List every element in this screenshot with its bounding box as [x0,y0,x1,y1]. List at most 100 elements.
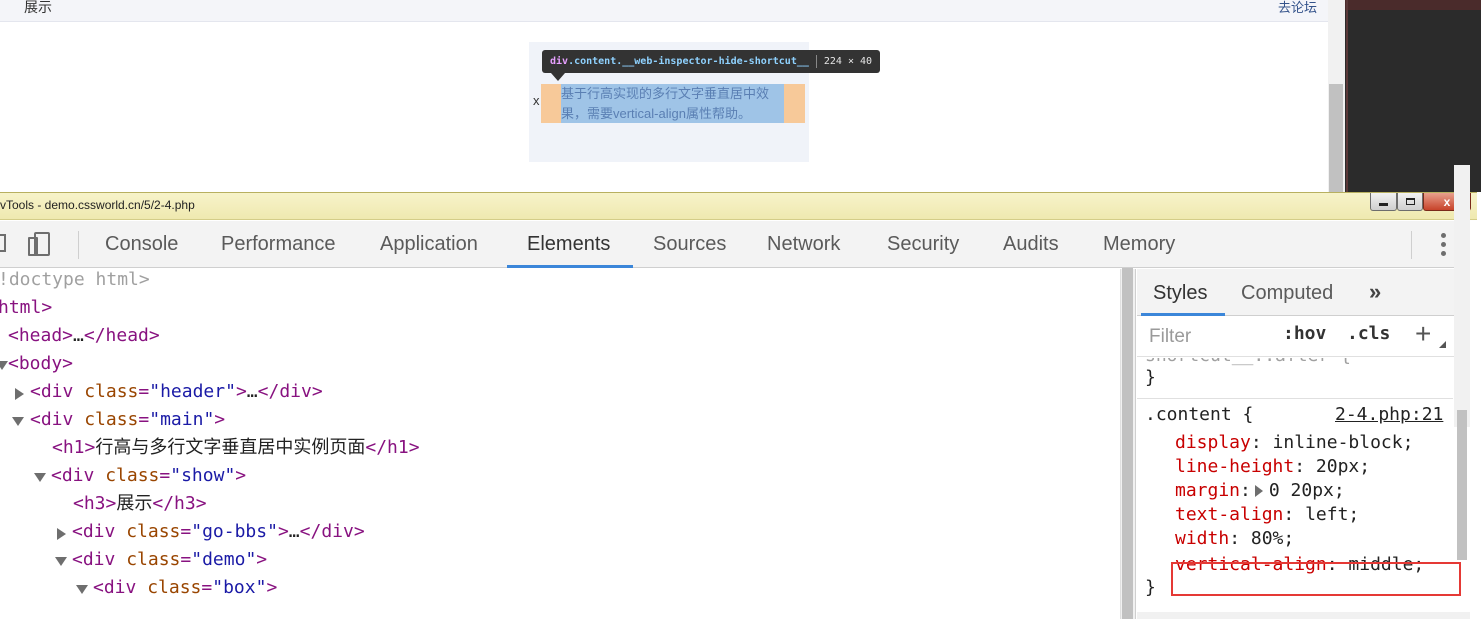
attr-name: class [84,381,139,402]
h1-close: </h1> [365,437,420,458]
maximize-button[interactable] [1397,193,1423,211]
attr-name: class [105,465,160,486]
tab-sources[interactable]: Sources [653,221,726,268]
new-rule-menu-icon[interactable] [1439,341,1446,348]
styles-toolbar: :hov .cls + [1137,317,1470,357]
styles-scrollbar[interactable] [1454,165,1470,427]
declaration-display[interactable]: display: inline-block; [1175,431,1413,455]
quote: " [203,409,215,430]
tree-node-html[interactable]: html> [0,294,52,322]
header-expand-icon[interactable] [15,388,24,400]
tab-console[interactable]: Console [105,221,178,268]
tab-memory[interactable]: Memory [1103,221,1175,268]
tree-node-show[interactable]: <div class="show"> [51,462,246,490]
tooltip-size: 224 × 40 [823,56,873,67]
rule-closing-brace: } [1145,577,1156,598]
tree-node-main[interactable]: <div class="main"> [30,406,225,434]
prop-value: 0 20px; [1268,480,1345,501]
active-sidebar-tab-indicator [1141,313,1225,316]
main-class-value: main [160,409,204,430]
annotation-highlight-box [1171,562,1461,596]
declaration-text-align[interactable]: text-align: left; [1175,503,1359,527]
prop-value: left; [1305,504,1360,525]
page-section-header [0,0,1328,22]
hover-state-button[interactable]: :hov [1283,323,1326,344]
ellipsis: … [246,381,258,402]
ellipsis: … [288,521,300,542]
tree-node-doctype[interactable]: !doctype html> [0,269,150,294]
tree-node-body[interactable]: <body> [8,350,73,378]
doctype-text: !doctype html> [0,269,150,290]
attr-eq: = [180,549,192,570]
prop-name: line-height [1175,456,1295,477]
rule-selector[interactable]: .content { [1145,403,1253,427]
attr-name: class [147,577,202,598]
tab-performance[interactable]: Performance [221,221,336,268]
menu-separator [1411,231,1412,259]
h3-open: <h3> [73,493,117,514]
tree-node-h3[interactable]: <h3>展示</h3> [73,490,207,518]
tooltip-separator [815,55,817,68]
prop-name: margin [1175,480,1241,501]
prop-name: width [1175,528,1230,549]
go-bbs-link[interactable]: 去论坛 [1278,0,1317,16]
new-rule-button[interactable]: + [1415,318,1431,350]
tab-network[interactable]: Network [767,221,840,268]
window-title-bar[interactable]: vTools - demo.cssworld.cn/5/2-4.php x [0,193,1477,220]
partial-rule-selector: shortcut__::after { [1145,358,1351,368]
gobbs-expand-icon[interactable] [57,528,66,540]
show-expand-icon[interactable] [34,473,46,482]
tooltip-tag: div [550,56,569,67]
gt: > [266,577,278,598]
tab-application[interactable]: Application [380,221,478,268]
highlight-margin-left [541,84,561,123]
demo-expand-icon[interactable] [55,557,67,566]
attr-eq: = [138,381,150,402]
tree-node-header[interactable]: <div class="header">…</div> [30,378,323,406]
head-open-tag: <head> [8,325,74,346]
tab-audits[interactable]: Audits [1003,221,1059,268]
tree-node-box[interactable]: <div class="box"> [93,574,277,602]
tree-node-demo[interactable]: <div class="demo"> [72,546,267,574]
attr-eq: = [159,465,171,486]
rule-source-link[interactable]: 2-4.php:21 [1335,403,1443,427]
more-tabs-icon[interactable]: » [1369,279,1381,305]
quote: " [149,409,161,430]
div-open: <div [30,381,74,402]
main-expand-icon[interactable] [12,417,24,426]
filter-input[interactable] [1141,321,1265,353]
styles-horizontal-scrollbar[interactable] [1137,612,1470,619]
expand-shorthand-icon[interactable] [1254,485,1263,497]
highlight-margin-right [784,84,805,123]
h3-close: </h3> [152,493,207,514]
quote: " [224,465,236,486]
content-text: 基于行高实现的多行文字垂直居中效果，需要vertical-align属性帮助。 [561,86,770,121]
box-expand-icon[interactable] [76,585,88,594]
tree-node-head[interactable]: <head>…</head> [8,322,160,350]
tab-elements[interactable]: Elements [527,221,610,268]
tab-styles[interactable]: Styles [1153,269,1207,316]
tree-node-h1[interactable]: <h1>行高与多行文字垂直居中实例页面</h1> [52,434,420,462]
header-class-value: header [160,381,226,402]
declaration-line-height[interactable]: line-height: 20px; [1175,455,1370,479]
inspect-element-icon[interactable] [0,234,6,252]
minimize-button[interactable] [1370,193,1397,211]
more-options-icon[interactable] [1441,233,1447,257]
tab-security[interactable]: Security [887,221,959,268]
styles-scroll-thumb[interactable] [1457,410,1467,560]
body-expand-icon[interactable] [0,361,8,370]
declaration-width[interactable]: width: 80%; [1175,527,1294,551]
prop-value: 20px; [1315,456,1371,477]
page-scroll-thumb[interactable] [1329,84,1343,192]
tree-node-go-bbs[interactable]: <div class="go-bbs">…</div> [72,518,365,546]
quote: " [149,381,161,402]
device-toolbar-icon[interactable] [28,232,52,258]
elements-scroll-thumb[interactable] [1122,268,1133,619]
class-toggle-button[interactable]: .cls [1347,323,1390,344]
declaration-margin[interactable]: margin: 0 20px; [1175,479,1345,503]
window-title: vTools - demo.cssworld.cn/5/2-4.php [0,198,195,212]
tab-computed[interactable]: Computed [1241,269,1333,316]
minimize-icon [1379,203,1388,206]
tab-separator [78,231,79,259]
box-class-value: box [223,577,256,598]
